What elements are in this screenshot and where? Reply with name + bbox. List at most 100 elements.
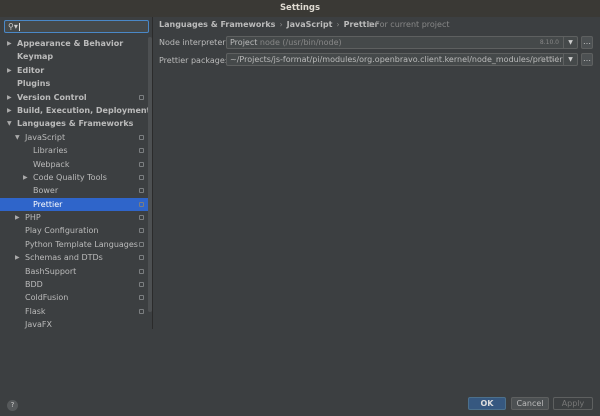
sidebar-item-label: ColdFusion bbox=[25, 291, 68, 304]
sidebar-item-label: BashSupport bbox=[25, 265, 76, 278]
chevron-down-icon[interactable]: ▼ bbox=[563, 54, 577, 65]
sidebar-item[interactable]: JavaFX bbox=[0, 318, 148, 329]
window-title: Settings bbox=[280, 3, 320, 13]
scope-note: ⧉ For current project bbox=[367, 20, 449, 30]
sidebar-item[interactable]: Plugins bbox=[0, 77, 148, 90]
prettier-package-value: ~/Projects/js-format/pi/modules/org.open… bbox=[230, 55, 563, 64]
sidebar-item[interactable]: ▶ PHP bbox=[0, 211, 148, 224]
sidebar-item-label: Webpack bbox=[33, 158, 69, 171]
project-scope-icon bbox=[139, 269, 144, 274]
sidebar-item[interactable]: ColdFusion bbox=[0, 291, 148, 304]
sidebar-item-label: JavaFX bbox=[25, 318, 52, 329]
chevron-right-icon: › bbox=[279, 20, 282, 29]
sidebar-item-label: Play Configuration bbox=[25, 224, 98, 237]
apply-button[interactable]: Apply bbox=[553, 397, 593, 410]
sidebar-item-label: Version Control bbox=[17, 91, 87, 104]
collapsed-arrow-icon[interactable]: ▶ bbox=[7, 37, 12, 50]
expanded-arrow-icon[interactable]: ▼ bbox=[15, 131, 20, 144]
project-scope-icon bbox=[139, 95, 144, 100]
settings-sidebar: ⚲▾ ▶Appearance & BehaviorKeymap▶EditorPl… bbox=[0, 17, 153, 329]
breadcrumb-item: Languages & Frameworks bbox=[159, 20, 275, 29]
sidebar-item-label: Keymap bbox=[17, 50, 53, 63]
chevron-right-icon: › bbox=[336, 20, 339, 29]
collapsed-arrow-icon[interactable]: ▶ bbox=[23, 171, 28, 184]
sidebar-item[interactable]: Python Template Languages bbox=[0, 238, 148, 251]
sidebar-item[interactable]: BDD bbox=[0, 278, 148, 291]
sidebar-item[interactable]: ▼Languages & Frameworks bbox=[0, 117, 148, 130]
project-scope-icon bbox=[139, 175, 144, 180]
collapsed-arrow-icon[interactable]: ▶ bbox=[7, 104, 12, 117]
sidebar-item[interactable]: ▶ Code Quality Tools bbox=[0, 171, 148, 184]
chevron-down-icon[interactable]: ▼ bbox=[563, 37, 577, 48]
settings-tree: ▶ Appearance & BehaviorKeymap ▶ EditorPlugi… bbox=[0, 37, 148, 329]
sidebar-item-label: Editor bbox=[17, 64, 44, 77]
node-interpreter-value: Project bbox=[230, 38, 257, 47]
project-scope-icon bbox=[139, 242, 144, 247]
sidebar-item[interactable]: Webpack bbox=[0, 158, 148, 171]
sidebar-item[interactable]: BashSupport bbox=[0, 265, 148, 278]
project-scope-icon bbox=[139, 188, 144, 193]
collapsed-arrow-icon[interactable]: ▶ bbox=[7, 91, 12, 104]
sidebar-item[interactable]: ▶ Editor bbox=[0, 64, 148, 77]
project-scope-icon bbox=[139, 135, 144, 140]
search-input[interactable]: ⚲▾ bbox=[4, 20, 149, 33]
sidebar-item[interactable]: ▶ Build, Execution, Deployment bbox=[0, 104, 148, 117]
sidebar-item[interactable]: ▶ Appearance & Behavior bbox=[0, 37, 148, 50]
sidebar-item-label: Build, Execution, Deployment bbox=[17, 104, 150, 117]
sidebar-scrollbar[interactable] bbox=[148, 37, 152, 312]
project-scope-icon bbox=[139, 282, 144, 287]
node-interpreter-hint: node (/usr/bin/node) bbox=[260, 38, 342, 47]
node-version: 8.10.0 bbox=[540, 37, 559, 48]
text-caret bbox=[19, 23, 20, 31]
dialog-footer bbox=[0, 329, 600, 416]
collapsed-arrow-icon[interactable]: ▶ bbox=[7, 64, 12, 77]
prettier-settings-panel: Languages & Frameworks›JavaScript›Pretti… bbox=[154, 17, 600, 329]
collapsed-arrow-icon[interactable]: ▶ bbox=[15, 251, 20, 264]
search-icon: ⚲▾ bbox=[8, 21, 18, 32]
sidebar-item-label: Bower bbox=[33, 184, 58, 197]
sidebar-item-label: JavaScript bbox=[25, 131, 65, 144]
node-interpreter-select[interactable]: Project node (/usr/bin/node) 8.10.0 ▼ bbox=[226, 36, 578, 49]
sidebar-item-label: Prettier bbox=[33, 198, 62, 211]
sidebar-item-label: Appearance & Behavior bbox=[17, 37, 123, 50]
sidebar-item-label: BDD bbox=[25, 278, 43, 291]
prettier-version: 1.16.4 bbox=[540, 54, 559, 65]
prettier-package-label: Prettier package: bbox=[159, 56, 227, 65]
node-interpreter-label: Node interpreter: bbox=[159, 38, 228, 47]
sidebar-item[interactable]: Prettier bbox=[0, 198, 148, 211]
sidebar-item[interactable]: Keymap bbox=[0, 50, 148, 63]
sidebar-item-label: Python Template Languages bbox=[25, 238, 138, 251]
sidebar-item[interactable]: ▶ Schemas and DTDs bbox=[0, 251, 148, 264]
prettier-package-select[interactable]: ~/Projects/js-format/pi/modules/org.open… bbox=[226, 53, 578, 66]
expanded-arrow-icon[interactable]: ▼ bbox=[7, 117, 12, 130]
sidebar-item-label: Schemas and DTDs bbox=[25, 251, 103, 264]
sidebar-item[interactable]: Bower bbox=[0, 184, 148, 197]
collapsed-arrow-icon[interactable]: ▶ bbox=[15, 211, 20, 224]
help-button[interactable]: ? bbox=[7, 400, 18, 411]
project-scope-icon bbox=[139, 215, 144, 220]
sidebar-item[interactable]: ▼ JavaScript bbox=[0, 131, 148, 144]
sidebar-item-label: Libraries bbox=[33, 144, 68, 157]
project-scope-icon bbox=[139, 202, 144, 207]
sidebar-item[interactable]: Libraries bbox=[0, 144, 148, 157]
sidebar-item-label: Plugins bbox=[17, 77, 50, 90]
cancel-button[interactable]: Cancel bbox=[511, 397, 549, 410]
project-scope-icon bbox=[139, 162, 144, 167]
project-scope-icon bbox=[139, 309, 144, 314]
settings-dialog: ⚲▾ ▶Appearance & BehaviorKeymap▶EditorPl… bbox=[0, 17, 600, 416]
title-bar: Settings bbox=[0, 0, 600, 17]
sidebar-item-label: PHP bbox=[25, 211, 41, 224]
breadcrumb: Languages & Frameworks›JavaScript›Pretti… bbox=[159, 20, 379, 29]
project-scope-icon bbox=[139, 148, 144, 153]
breadcrumb-item: JavaScript bbox=[287, 20, 333, 29]
scope-text: For current project bbox=[375, 20, 449, 29]
browse-node-button[interactable]: … bbox=[581, 36, 593, 49]
sidebar-item[interactable]: ▶ Version Control bbox=[0, 91, 148, 104]
sidebar-item[interactable]: Flask bbox=[0, 305, 148, 318]
sidebar-item-label: Code Quality Tools bbox=[33, 171, 107, 184]
project-scope-icon bbox=[139, 295, 144, 300]
browse-prettier-button[interactable]: … bbox=[581, 53, 593, 66]
ok-button[interactable]: OK bbox=[468, 397, 506, 410]
sidebar-item[interactable]: Play Configuration bbox=[0, 224, 148, 237]
project-scope-icon bbox=[139, 255, 144, 260]
